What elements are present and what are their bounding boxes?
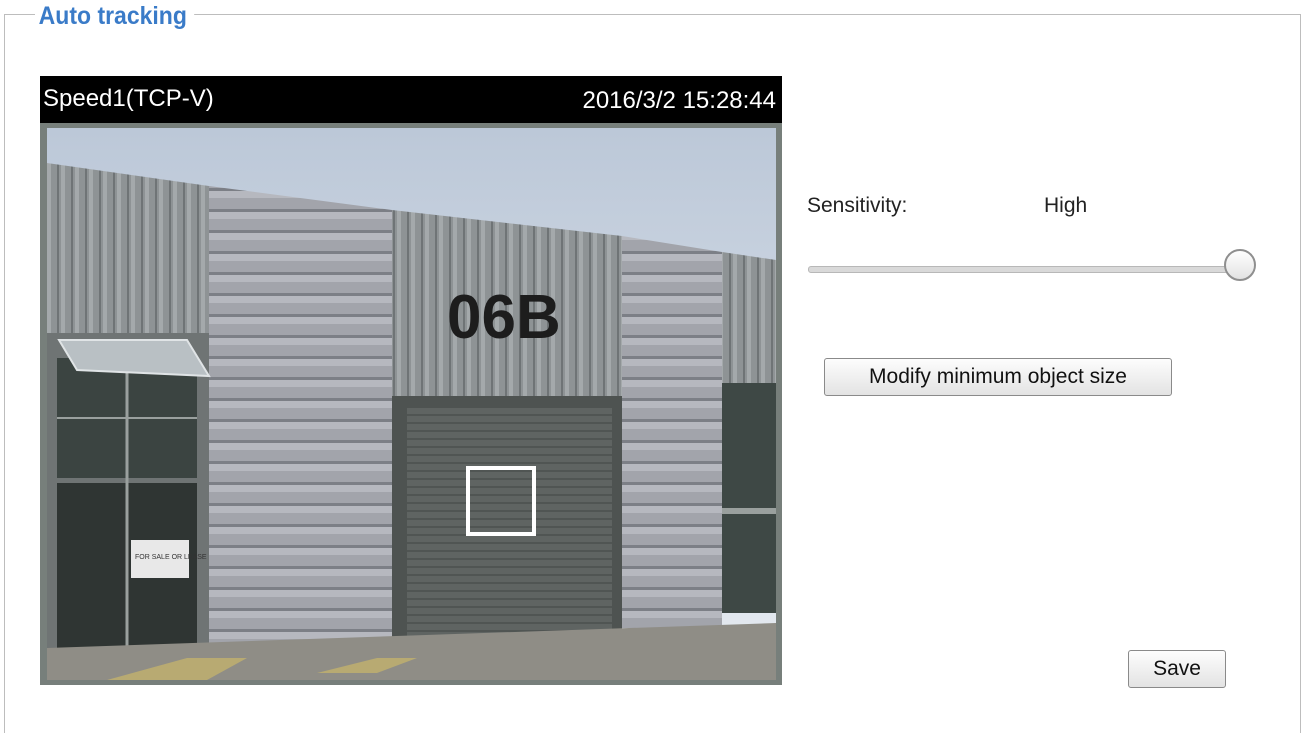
building-number: 06B xyxy=(447,283,561,352)
video-header: Speed1(TCP-V) 2016/3/2 15:28:44 xyxy=(40,76,782,123)
save-button[interactable]: Save xyxy=(1128,650,1226,688)
section-legend: Auto tracking xyxy=(35,2,195,30)
fieldset-border-right xyxy=(1300,14,1301,733)
stream-timestamp: 2016/3/2 15:28:44 xyxy=(582,87,776,114)
stream-title: Speed1(TCP-V) xyxy=(43,85,214,112)
sale-sign: FOR SALE OR LEASE xyxy=(135,554,207,561)
video-viewer: Speed1(TCP-V) 2016/3/2 15:28:44 06B FOR … xyxy=(40,76,782,685)
modify-object-size-button[interactable]: Modify minimum object size xyxy=(824,358,1172,396)
live-video-image[interactable]: 06B FOR SALE OR LEASE xyxy=(47,128,776,680)
sensitivity-label: Sensitivity: xyxy=(807,194,908,217)
slider-track[interactable] xyxy=(808,266,1243,273)
warehouse-scene: 06B FOR SALE OR LEASE xyxy=(47,128,776,680)
fieldset-border-top xyxy=(4,14,1301,15)
sensitivity-value: High xyxy=(1044,194,1088,217)
slider-thumb[interactable] xyxy=(1224,249,1256,281)
fieldset-border-left xyxy=(4,14,5,733)
